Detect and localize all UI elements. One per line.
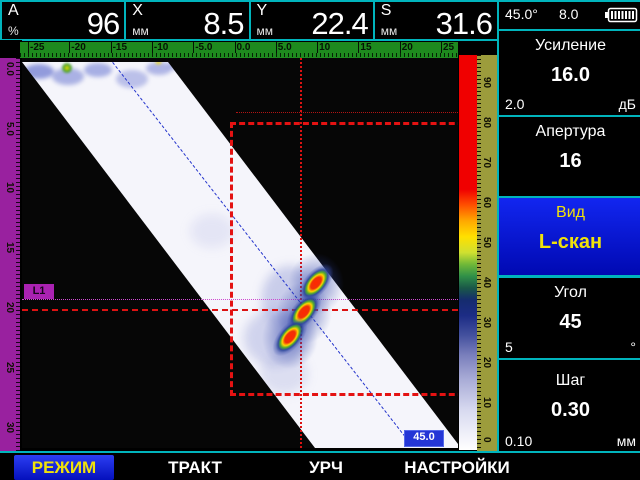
status-row: 45.0° 8.0	[497, 0, 640, 31]
panel-unit: дБ	[619, 96, 636, 112]
battery-full-icon	[604, 7, 638, 23]
ruler-tick-label: 20	[400, 42, 413, 53]
ruler-tick-label: 15	[4, 242, 15, 253]
amplitude-colorbar	[459, 55, 477, 450]
measurement-unit: мм	[257, 24, 274, 38]
depth-axis-ruler: 0.0 5.0 10 15 20 25 30	[0, 58, 20, 454]
panel-view[interactable]: Вид L-скан	[497, 196, 640, 277]
ruler-tick-label: 5.0	[4, 122, 15, 136]
ruler-tick-label: 0.0	[235, 42, 251, 53]
ruler-tick-label: 60	[481, 197, 492, 208]
ruler-tick-label: -10	[152, 42, 168, 53]
beam-angle-badge: 45.0	[404, 430, 444, 447]
panel-value: L-скан	[499, 231, 640, 254]
ruler-tick-label: 15	[358, 42, 371, 53]
ruler-tick-label: -20	[69, 42, 85, 53]
ruler-tick-label: 30	[481, 317, 492, 328]
measurement-label: Y	[257, 2, 268, 20]
ruler-corner	[0, 40, 22, 58]
ruler-tick-label: 80	[481, 117, 492, 128]
echo-speck	[154, 59, 163, 66]
l-scan-view[interactable]: L1 45.0	[22, 58, 458, 448]
panel-step: 5	[505, 339, 513, 355]
menu-item-rezhim[interactable]: РЕЖИМ	[14, 455, 114, 480]
ruler-tick-label: 90	[481, 77, 492, 88]
measurement-cell-y[interactable]: Y мм 22.4	[249, 0, 375, 41]
status-value: 8.0	[559, 6, 578, 22]
panel-value: 45	[499, 311, 640, 334]
x-axis-ruler: -25 -20 -15 -10 -5.0 0.0 5.0 10 15 20 25	[20, 42, 458, 58]
panel-angle[interactable]: Угол 45 5 °	[497, 276, 640, 360]
gate-a-line	[236, 112, 458, 113]
scan-zone-frame	[230, 122, 458, 396]
ruler-tick-label: -25	[28, 42, 44, 53]
flaw-detector-screen: A % 96 X мм 8.5 Y мм 22.4 S мм 31.6 45.0…	[0, 0, 640, 480]
panel-unit: мм	[617, 433, 636, 449]
ruler-tick-label: 10	[481, 397, 492, 408]
panel-aperture[interactable]: Апертура 16	[497, 115, 640, 198]
ruler-tick-label: 40	[481, 277, 492, 288]
measurement-cell-s[interactable]: S мм 31.6	[373, 0, 499, 41]
measurement-label: X	[132, 2, 143, 20]
panel-title: Угол	[499, 284, 640, 302]
panel-title: Усиление	[499, 37, 640, 55]
panel-pitch[interactable]: Шаг 0.30 0.10 мм	[497, 358, 640, 454]
measurement-header: A % 96 X мм 8.5 Y мм 22.4 S мм 31.6	[0, 0, 497, 41]
ruler-tick-label: 25	[4, 362, 15, 373]
panel-value: 16.0	[499, 64, 640, 87]
panel-gain[interactable]: Усиление 16.0 2.0 дБ	[497, 29, 640, 117]
amplitude-ruler: 90 80 70 60 50 40 30 20 10 0	[477, 55, 497, 455]
ruler-tick-label: 5.0	[276, 42, 292, 53]
measurement-cell-x[interactable]: X мм 8.5	[124, 0, 250, 41]
measurement-unit: мм	[381, 24, 398, 38]
measurement-cell-amplitude[interactable]: A % 96	[0, 0, 126, 41]
echo-speck	[61, 62, 73, 74]
bottom-menu: РЕЖИМ ТРАКТ УРЧ НАСТРОЙКИ	[0, 451, 640, 480]
measurement-value: 96	[87, 6, 119, 42]
panel-value: 0.30	[499, 399, 640, 422]
panel-value: 16	[499, 150, 640, 173]
measurement-value: 8.5	[203, 6, 243, 42]
ruler-tick-label: 50	[481, 237, 492, 248]
panel-title: Шаг	[499, 372, 640, 390]
measurement-value: 31.6	[436, 6, 492, 42]
probe-angle-readout: 45.0°	[505, 6, 538, 22]
ruler-tick-label: 10	[4, 182, 15, 193]
ruler-tick-label: -15	[111, 42, 127, 53]
ruler-tick-label: 0.0	[4, 62, 15, 76]
gate-l1-badge[interactable]: L1	[24, 284, 54, 299]
measurement-label: A	[8, 2, 19, 20]
menu-item-urch[interactable]: УРЧ	[302, 455, 350, 480]
measurement-cursor-vertical[interactable]	[300, 58, 302, 448]
panel-step: 0.10	[505, 433, 532, 449]
measurement-label: S	[381, 2, 392, 20]
menu-item-trakt[interactable]: ТРАКТ	[160, 455, 230, 480]
ruler-tick-label: 25	[441, 42, 454, 53]
measurement-unit: %	[8, 24, 19, 38]
menu-item-nastroyki[interactable]: НАСТРОЙКИ	[396, 455, 518, 480]
measurement-cursor-horizontal[interactable]	[22, 309, 458, 311]
ruler-tick-label: -5.0	[193, 42, 212, 53]
panel-title: Апертура	[499, 123, 640, 141]
ruler-tick-label: 10	[317, 42, 330, 53]
measurement-unit: мм	[132, 24, 149, 38]
ruler-tick-label: 20	[4, 302, 15, 313]
ruler-tick-label: 30	[4, 422, 15, 433]
ruler-tick-label: 0	[481, 437, 492, 443]
ruler-tick-label: 70	[481, 157, 492, 168]
panel-title: Вид	[499, 204, 640, 222]
panel-unit: °	[630, 339, 636, 355]
panel-step: 2.0	[505, 96, 524, 112]
ruler-tick-label: 20	[481, 357, 492, 368]
measurement-value: 22.4	[311, 6, 367, 42]
gate-l1-line	[22, 299, 458, 300]
